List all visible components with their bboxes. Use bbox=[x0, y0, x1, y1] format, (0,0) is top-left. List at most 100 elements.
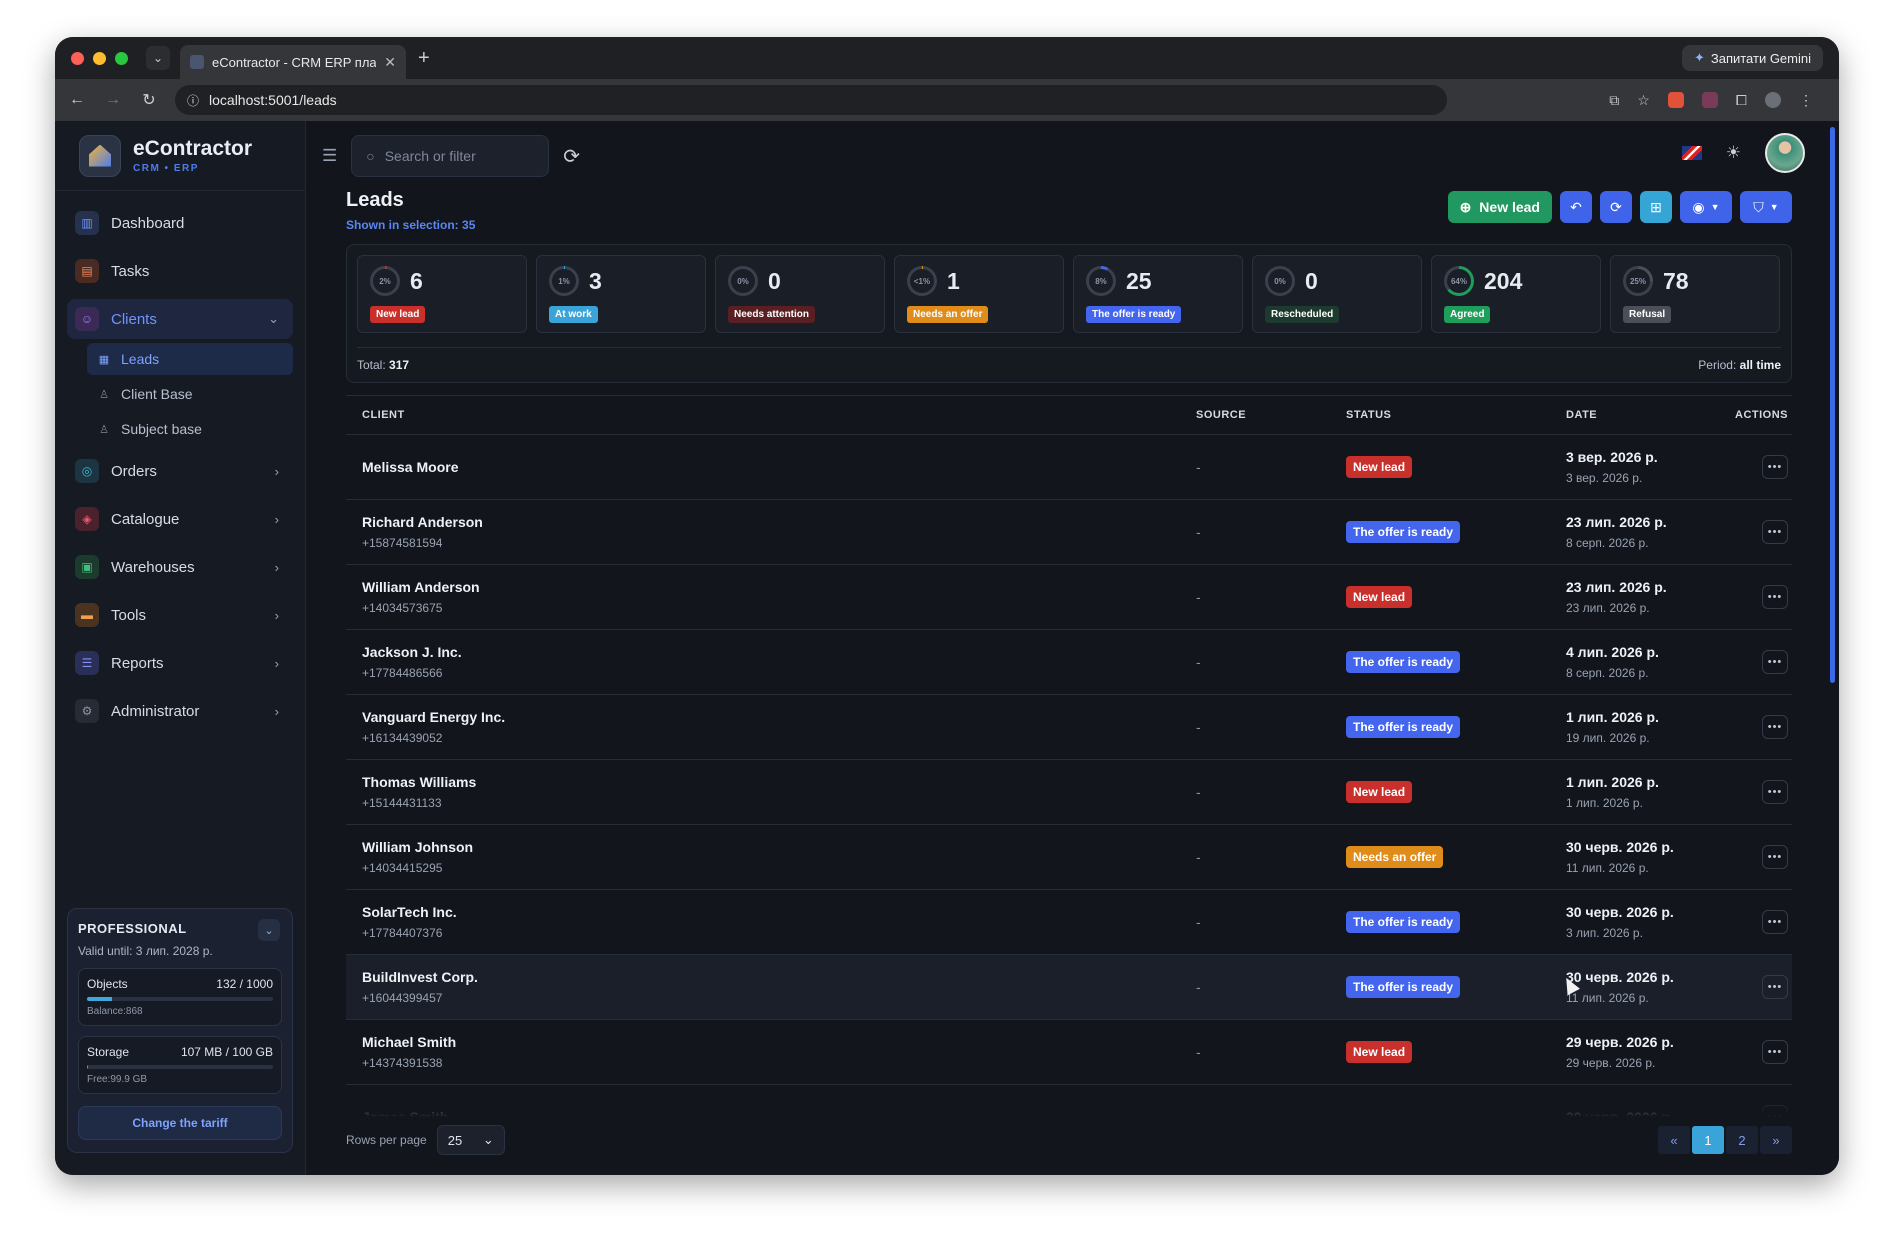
col-source[interactable]: SOURCE bbox=[1196, 409, 1346, 421]
change-tariff-button[interactable]: Change the tariff bbox=[78, 1106, 282, 1140]
minimize-window-button[interactable] bbox=[93, 51, 106, 65]
extensions-puzzle-icon[interactable]: ⧠ bbox=[1736, 92, 1747, 109]
table-row[interactable]: Michael Smith +14374391538 - New lead 29 чер… bbox=[346, 1020, 1792, 1085]
more-actions-button[interactable]: ••• bbox=[1762, 585, 1788, 609]
new-tab-icon[interactable]: + bbox=[418, 47, 430, 70]
view-options-button[interactable]: ◉ ▼ bbox=[1680, 191, 1732, 223]
prev-page-button[interactable]: « bbox=[1658, 1126, 1690, 1154]
client-name[interactable]: Richard Anderson bbox=[362, 514, 1196, 530]
refresh-icon[interactable]: ⟳ bbox=[563, 144, 580, 169]
sidebar-item-reports[interactable]: ☰ Reports › bbox=[67, 643, 293, 683]
sidebar-item-warehouses[interactable]: ▣ Warehouses › bbox=[67, 547, 293, 587]
sidebar-item-dashboard[interactable]: ▥ Dashboard bbox=[67, 203, 293, 243]
sidebar-item-orders[interactable]: ◎ Orders › bbox=[67, 451, 293, 491]
sidebar-item-tasks[interactable]: ▤ Tasks bbox=[67, 251, 293, 291]
client-name[interactable]: James Smith bbox=[362, 1109, 1196, 1117]
client-name[interactable]: Thomas Williams bbox=[362, 774, 1196, 790]
avatar[interactable] bbox=[1765, 133, 1805, 173]
status-badge: New lead bbox=[1346, 586, 1413, 608]
menu-toggle-icon[interactable]: ☰ bbox=[322, 146, 337, 166]
table-row[interactable]: James Smith 29 черв. 2026 р. ••• bbox=[346, 1085, 1792, 1117]
client-name[interactable]: William Anderson bbox=[362, 579, 1196, 595]
client-name[interactable]: Vanguard Energy Inc. bbox=[362, 709, 1196, 725]
sidebar-item-catalogue[interactable]: ◈ Catalogue › bbox=[67, 499, 293, 539]
profile-icon[interactable] bbox=[1765, 91, 1781, 108]
client-name[interactable]: Jackson J. Inc. bbox=[362, 644, 1196, 660]
status-card[interactable]: 2% 6 New lead bbox=[357, 255, 527, 333]
scrollbar[interactable] bbox=[1830, 127, 1835, 683]
table-row[interactable]: Vanguard Energy Inc. +16134439052 - The off… bbox=[346, 695, 1792, 760]
status-card[interactable]: <1% 1 Needs an offer bbox=[894, 255, 1064, 333]
new-lead-button[interactable]: ⊕ New lead bbox=[1447, 191, 1552, 223]
search-input[interactable]: ○ Search or filter bbox=[351, 135, 550, 177]
sidebar-item-tools[interactable]: ▬ Tools › bbox=[67, 595, 293, 635]
table-row[interactable]: SolarTech Inc. +17784407376 - The offer is … bbox=[346, 890, 1792, 955]
table-row[interactable]: William Johnson +14034415295 - Needs an off… bbox=[346, 825, 1792, 890]
table-row[interactable]: Richard Anderson +15874581594 - The offer i… bbox=[346, 500, 1792, 565]
col-status[interactable]: STATUS bbox=[1346, 409, 1566, 421]
more-actions-button[interactable]: ••• bbox=[1762, 1040, 1788, 1064]
extension-icon[interactable] bbox=[1667, 91, 1684, 108]
chevron-down-icon: ⌄ bbox=[482, 1132, 494, 1147]
brand[interactable]: eContractor CRM • ERP bbox=[55, 121, 305, 191]
close-tab-icon[interactable]: ✕ bbox=[384, 54, 396, 71]
table-row[interactable]: Jackson J. Inc. +17784486566 - The offer is… bbox=[346, 630, 1792, 695]
theme-toggle-icon[interactable]: ☀ bbox=[1726, 143, 1741, 163]
reload-icon[interactable]: ↻ bbox=[139, 90, 159, 110]
more-actions-button[interactable]: ••• bbox=[1762, 780, 1788, 804]
rows-per-page-select[interactable]: 25 ⌄ bbox=[436, 1125, 505, 1155]
more-actions-button[interactable]: ••• bbox=[1762, 845, 1788, 869]
more-actions-button[interactable]: ••• bbox=[1762, 910, 1788, 934]
gemini-button[interactable]: ✦ Запитати Gemini bbox=[1681, 45, 1823, 71]
more-actions-button[interactable]: ••• bbox=[1762, 715, 1788, 739]
status-card[interactable]: 1% 3 At work bbox=[536, 255, 706, 333]
grid-view-button[interactable]: ⊞ bbox=[1640, 191, 1672, 223]
status-card[interactable]: 8% 25 The offer is ready bbox=[1073, 255, 1243, 333]
page-2-button[interactable]: 2 bbox=[1726, 1126, 1758, 1154]
table-row[interactable]: Melissa Moore - New lead 3 вер. 2026 р. 3 ве… bbox=[346, 435, 1792, 500]
sync-button[interactable]: ⟳ bbox=[1600, 191, 1632, 223]
tab-list-button[interactable]: ⌄ bbox=[146, 46, 170, 70]
page-1-button[interactable]: 1 bbox=[1692, 1126, 1724, 1154]
sidebar-item-clients[interactable]: ☺ Clients ⌄ bbox=[67, 299, 293, 339]
install-icon[interactable]: ⧉ bbox=[1609, 92, 1619, 109]
objects-bar bbox=[87, 997, 273, 1001]
browser-menu-icon[interactable]: ⋮ bbox=[1799, 92, 1813, 109]
col-client[interactable]: CLIENT bbox=[346, 409, 1196, 421]
client-name[interactable]: SolarTech Inc. bbox=[362, 904, 1196, 920]
col-date[interactable]: DATE bbox=[1566, 409, 1716, 421]
url-field[interactable]: ⓘ localhost:5001/leads bbox=[175, 85, 1447, 115]
client-name[interactable]: Melissa Moore bbox=[362, 459, 1196, 475]
browser-tab[interactable]: eContractor - CRM ERP плат ✕ bbox=[180, 45, 406, 79]
more-actions-button[interactable]: ••• bbox=[1762, 520, 1788, 544]
status-card[interactable]: 0% 0 Rescheduled bbox=[1252, 255, 1422, 333]
table-row[interactable]: Thomas Williams +15144431133 - New lead 1 ли… bbox=[346, 760, 1792, 825]
sidebar-item-subject-base[interactable]: ♙ Subject base bbox=[87, 413, 293, 445]
sidebar-item-client-base[interactable]: ♙ Client Base bbox=[87, 378, 293, 410]
more-actions-button[interactable]: ••• bbox=[1762, 1105, 1788, 1117]
maximize-window-button[interactable] bbox=[115, 51, 128, 65]
next-page-button[interactable]: » bbox=[1760, 1126, 1792, 1154]
sidebar-item-administrator[interactable]: ⚙ Administrator › bbox=[67, 691, 293, 731]
sidebar-item-leads[interactable]: ▦ Leads bbox=[87, 343, 293, 375]
bookmark-star-icon[interactable]: ☆ bbox=[1637, 92, 1650, 109]
more-actions-button[interactable]: ••• bbox=[1762, 650, 1788, 674]
site-info-icon[interactable]: ⓘ bbox=[187, 92, 199, 109]
client-name[interactable]: BuildInvest Corp. bbox=[362, 969, 1196, 985]
close-window-button[interactable] bbox=[71, 51, 84, 65]
filter-button[interactable]: ⛉ ▼ bbox=[1740, 191, 1792, 223]
client-name[interactable]: Michael Smith bbox=[362, 1034, 1196, 1050]
collapse-plan-button[interactable]: ⌄ bbox=[258, 919, 280, 941]
more-actions-button[interactable]: ••• bbox=[1762, 975, 1788, 999]
uk-flag-icon[interactable] bbox=[1681, 146, 1702, 160]
status-card[interactable]: 25% 78 Refusal bbox=[1610, 255, 1780, 333]
status-card[interactable]: 64% 204 Agreed bbox=[1431, 255, 1601, 333]
forward-icon[interactable]: → bbox=[103, 91, 123, 109]
extension-icon[interactable] bbox=[1701, 91, 1718, 108]
back-icon[interactable]: ← bbox=[67, 91, 87, 109]
more-actions-button[interactable]: ••• bbox=[1762, 455, 1788, 479]
client-name[interactable]: William Johnson bbox=[362, 839, 1196, 855]
table-row[interactable]: William Anderson +14034573675 - New lead 23 … bbox=[346, 565, 1792, 630]
status-card[interactable]: 0% 0 Needs attention bbox=[715, 255, 885, 333]
undo-button[interactable]: ↶ bbox=[1560, 191, 1592, 223]
